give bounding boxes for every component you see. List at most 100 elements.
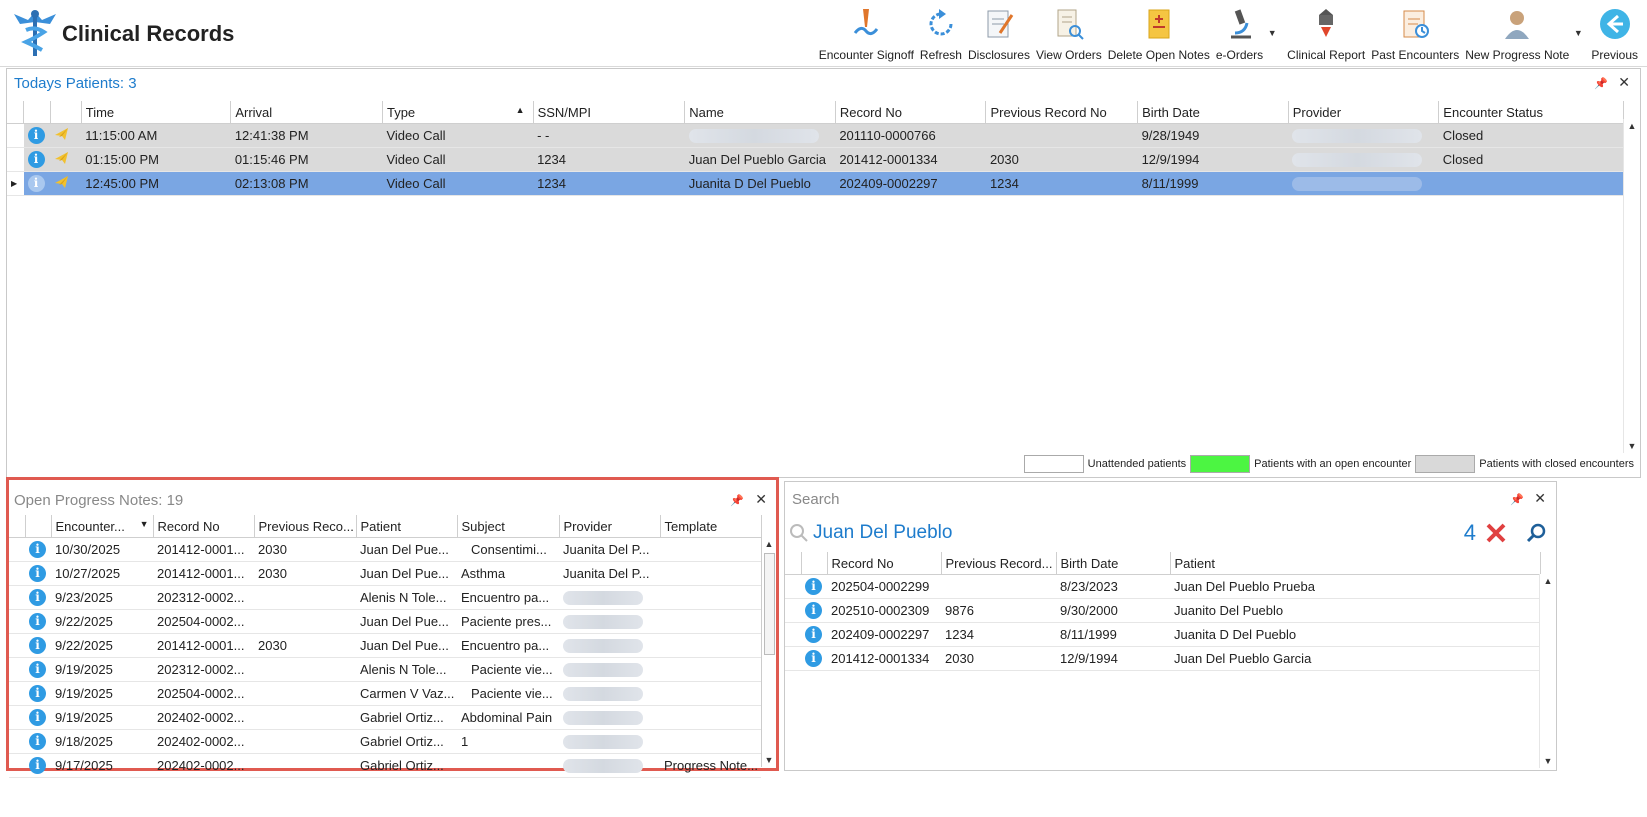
search-result-row[interactable]: i 202510-0002309 9876 9/30/2000 Juanito Del … [785,598,1540,623]
video-call-icon [55,128,69,140]
search-result-row[interactable]: i 202504-0002299 8/23/2023 Juan Del Pueblo … [785,574,1540,599]
column-header-patient[interactable]: Patient [1170,552,1541,575]
info-icon[interactable]: i [805,602,822,619]
redacted-name [684,123,836,148]
column-header-type[interactable]: Type ▲ [382,101,534,124]
column-header-record-no[interactable]: Record No [835,101,987,124]
search-result-row[interactable]: i 202409-0002297 1234 8/11/1999 Juanita D De… [785,622,1540,647]
app-title: Clinical Records [62,21,235,46]
new-progress-note-dropdown-icon[interactable]: ▼ [1572,4,1584,38]
info-icon[interactable]: i [805,626,822,643]
search-vertical-scrollbar[interactable]: ▲ ▼ [1539,574,1556,768]
close-icon[interactable]: ✕ [755,491,767,508]
column-header-ssn[interactable]: SSN/MPI [533,101,686,124]
scroll-up-icon[interactable]: ▲ [762,539,776,549]
scroll-down-icon[interactable]: ▼ [1540,756,1556,766]
note-row[interactable]: i 10/27/2025 201412-0001... 2030 Juan Del Pu… [9,561,761,586]
note-row[interactable]: i 10/30/2025 201412-0001... 2030 Juan Del Pu… [9,537,761,562]
search-query[interactable]: Juan Del Pueblo [813,522,952,544]
column-header-provider[interactable]: Provider [1288,101,1440,124]
encounter-signoff-button[interactable]: Encounter Signoff [816,4,917,62]
info-icon[interactable]: i [27,127,45,144]
redacted-provider [1288,171,1439,196]
pin-icon[interactable]: 📌 [730,494,744,507]
caduceus-logo-icon [14,10,56,56]
notes-vertical-scrollbar[interactable]: ▲ ▼ [761,537,776,767]
info-icon[interactable]: i [29,685,46,702]
patient-row-selected[interactable]: ▶ i 12:45:00 PM 02:13:08 PM Video Call 1… [7,171,1624,196]
video-call-icon [55,176,69,188]
past-encounters-button[interactable]: Past Encounters [1368,4,1462,62]
info-icon[interactable]: i [29,565,46,582]
scroll-up-icon[interactable]: ▲ [1624,121,1640,131]
column-header-previous-record[interactable]: Previous Reco... [254,515,357,538]
patient-row[interactable]: i 01:15:00 PM 01:15:46 PM Video Call 123… [7,147,1624,172]
previous-arrow-icon [1599,9,1630,39]
close-icon[interactable]: ✕ [1618,74,1630,91]
previous-button[interactable]: Previous [1588,4,1641,62]
column-header-name[interactable]: Name [684,101,836,124]
column-header-arrival[interactable]: Arrival [230,101,383,124]
info-icon[interactable]: i [805,578,822,595]
clear-search-icon[interactable] [1486,523,1506,543]
info-icon[interactable]: i [29,589,46,606]
column-header-patient[interactable]: Patient [356,515,458,538]
view-orders-button[interactable]: View Orders [1033,4,1105,62]
info-icon[interactable]: i [29,661,46,678]
info-icon[interactable]: i [29,613,46,630]
e-orders-button[interactable]: e-Orders [1213,4,1266,62]
search-magnifier-icon[interactable] [1526,523,1546,543]
clinical-report-button[interactable]: Clinical Report [1284,4,1368,62]
encounter-legend: Unattended patients Patients with an ope… [1023,455,1634,473]
info-icon[interactable]: i [805,650,822,667]
search-result-count: 4 [1463,520,1476,545]
note-row[interactable]: i 9/23/2025 202312-0002... Alenis N Tole...… [9,585,761,610]
info-icon[interactable]: i [29,733,46,750]
note-row[interactable]: i 9/19/2025 202504-0002... Carmen V Vaz... P… [9,681,761,706]
open-progress-notes-title: Open Progress Notes: 19 [14,492,184,509]
redacted-provider [1288,123,1439,148]
e-orders-dropdown-icon[interactable]: ▼ [1266,4,1278,38]
info-icon[interactable]: i [29,709,46,726]
column-header-birth-date[interactable]: Birth Date [1056,552,1171,575]
disclosures-document-icon [987,10,1014,38]
info-icon[interactable]: i [29,637,46,654]
pin-icon[interactable]: 📌 [1510,493,1524,506]
note-row[interactable]: i 9/18/2025 202402-0002... Gabriel Ortiz...… [9,729,761,754]
disclosures-button[interactable]: Disclosures [965,4,1033,62]
search-result-row[interactable]: i 201412-0001334 2030 12/9/1994 Juan Del Pue… [785,646,1540,671]
note-row[interactable]: i 9/22/2025 202504-0002... Juan Del Pue... P… [9,609,761,634]
column-header-record-no[interactable]: Record No [827,552,942,575]
refresh-button[interactable]: Refresh [917,4,965,62]
note-row[interactable]: i 9/17/2025 202402-0002... Gabriel Ortiz...… [9,753,761,778]
delete-open-notes-button[interactable]: Delete Open Notes [1105,4,1213,62]
pin-icon[interactable]: 📌 [1594,77,1608,90]
note-row[interactable]: i 9/22/2025 201412-0001... 2030 Juan Del Pue… [9,633,761,658]
scroll-down-icon[interactable]: ▼ [1624,441,1640,451]
new-progress-note-button[interactable]: New Progress Note [1462,4,1572,62]
scroll-down-icon[interactable]: ▼ [762,755,776,765]
info-icon[interactable]: i [29,757,46,774]
note-row[interactable]: i 9/19/2025 202402-0002... Gabriel Ortiz...… [9,705,761,730]
scroll-up-icon[interactable]: ▲ [1540,576,1556,586]
info-icon[interactable]: i [27,151,45,168]
column-header-encounter-status[interactable]: Encounter Status [1438,101,1624,124]
todays-vertical-scrollbar[interactable]: ▲ ▼ [1623,119,1640,453]
column-header-previous-record[interactable]: Previous Record... [941,552,1057,575]
note-row[interactable]: i 9/19/2025 202312-0002... Alenis N Tole...… [9,657,761,682]
info-icon[interactable]: i [29,541,46,558]
column-header-subject[interactable]: Subject [457,515,560,538]
column-header-encounter[interactable]: Encounter... ▼ [51,515,154,538]
column-header-time[interactable]: Time [81,101,232,124]
column-header-birth-date[interactable]: Birth Date [1137,101,1289,124]
scroll-thumb[interactable] [764,553,775,655]
column-header-template[interactable]: Template [660,515,762,538]
column-header-record-no[interactable]: Record No [153,515,255,538]
column-header-previous-record-no[interactable]: Previous Record No [985,101,1139,124]
video-call-icon [55,152,69,164]
grid-header-row: Record No Previous Record... Birth Date … [785,552,1541,575]
column-header-provider[interactable]: Provider [559,515,661,538]
patient-row[interactable]: i 11:15:00 AM 12:41:38 PM Video Call - -… [7,123,1624,148]
info-icon[interactable]: i [27,175,45,192]
close-icon[interactable]: ✕ [1534,490,1546,507]
